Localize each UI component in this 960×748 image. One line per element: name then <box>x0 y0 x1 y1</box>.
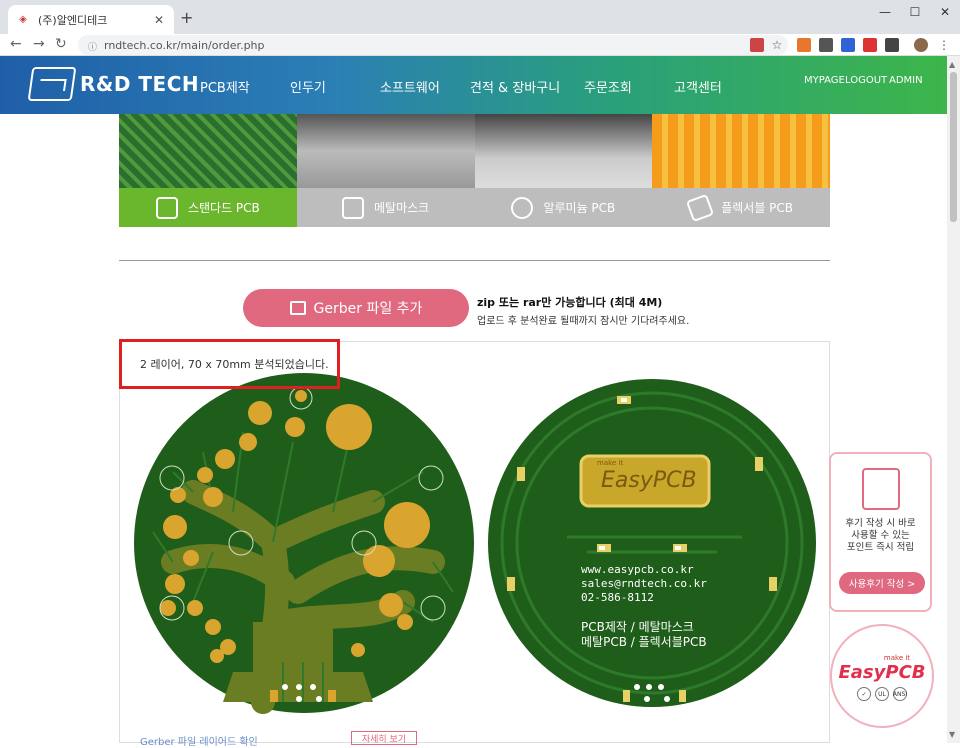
promo-line-3: 포인트 즉시 적립 <box>846 542 915 553</box>
nav-soldering-iron[interactable]: 인두기 <box>290 77 326 96</box>
pcb-phone: 02-586-8112 <box>581 591 654 604</box>
site-header: R&D TECH PCB제작 인두기 소프트웨어 견적 & 장바구니 주문조회 … <box>0 56 947 114</box>
promo-line-2: 사용할 수 있는 <box>851 530 910 541</box>
maximize-button[interactable]: ☐ <box>900 0 930 24</box>
tab-standard-pcb[interactable]: 스탠다드 PCB <box>119 188 297 227</box>
forward-icon[interactable]: → <box>33 36 45 52</box>
scroll-down-icon[interactable]: ▼ <box>949 730 955 739</box>
pcb-badge-main: EasyPCB <box>601 468 697 493</box>
tab-label: 플렉서블 PCB <box>721 201 794 215</box>
upload-note-desc: 업로드 후 분석완료 될때까지 잠시만 기다려주세요. <box>477 316 690 327</box>
gerber-layer-link[interactable]: Gerber 파일 레이어드 확인 <box>140 733 258 748</box>
extension-icon[interactable] <box>841 38 855 52</box>
tab-metal-mask[interactable]: 메탈마스크 <box>296 188 475 227</box>
circuit-icon <box>155 196 178 219</box>
logo-text: R&D TECH <box>80 72 200 96</box>
star-icon[interactable]: ☆ <box>770 38 784 52</box>
tab-flexible-pcb[interactable]: 플렉서블 PCB <box>652 188 830 227</box>
notebook-pen-icon <box>861 468 900 510</box>
url-text: rndtech.co.kr/main/order.php <box>104 38 265 52</box>
close-tab-icon[interactable]: ✕ <box>152 13 166 27</box>
review-promo-widget: 후기 작성 시 바로 사용할 수 있는 포인트 즉시 적립 사용후기 작성 > <box>829 452 932 612</box>
banner-flexible-pcb-image <box>652 114 830 188</box>
flex-icon <box>686 193 715 222</box>
scroll-thumb[interactable] <box>950 72 957 222</box>
browser-toolbar: ← → ↻ ⓘ rndtech.co.kr/main/order.php ☆ ⋮ <box>0 34 960 56</box>
banner-standard-pcb-image <box>119 114 297 188</box>
scroll-up-icon[interactable]: ▲ <box>949 60 955 69</box>
extension-icon[interactable] <box>885 38 899 52</box>
menu-icon[interactable]: ⋮ <box>937 38 951 52</box>
map-icon <box>289 301 306 315</box>
reload-icon[interactable]: ↻ <box>55 36 67 52</box>
tab-label: 메탈마스크 <box>374 201 430 215</box>
minimize-button[interactable]: — <box>870 0 900 24</box>
pcb-back-image <box>488 379 816 707</box>
window-controls: — ☐ ✕ <box>870 0 960 24</box>
pcb-badge-small: make it <box>597 459 624 467</box>
site-logo[interactable]: R&D TECH <box>27 67 200 101</box>
extension-icon[interactable] <box>863 38 877 52</box>
mypage-link[interactable]: MYPAGE <box>804 75 845 86</box>
nav-quote-cart[interactable]: 견적 & 장바구니 <box>470 77 560 96</box>
pcb-email: sales@rndtech.co.kr <box>581 577 707 590</box>
page-scrollbar[interactable]: ▲ ▼ <box>947 56 960 743</box>
add-gerber-button[interactable]: Gerber 파일 추가 <box>243 289 469 327</box>
analysis-result: 2 레이어, 70 x 70mm 분석되었습니다. <box>119 339 340 389</box>
nav-order-lookup[interactable]: 주문조회 <box>584 77 632 96</box>
upload-note-title: zip 또는 rar만 가능합니다 (최대 4M) <box>477 296 663 309</box>
divider <box>119 260 830 261</box>
logo-mark-icon <box>27 67 77 101</box>
admin-link[interactable]: ADMIN <box>889 75 923 86</box>
extension-icon[interactable] <box>797 38 811 52</box>
add-gerber-label: Gerber 파일 추가 <box>313 301 423 317</box>
write-review-button[interactable]: 사용후기 작성 > <box>839 572 925 594</box>
favicon-icon: ◈ <box>19 14 27 25</box>
banner-metal-mask-image <box>296 114 475 188</box>
promo-line-1: 후기 작성 시 바로 <box>845 518 916 529</box>
tab-label: 알루미늄 PCB <box>543 201 616 215</box>
new-tab-button[interactable]: + <box>180 8 193 27</box>
nav-software[interactable]: 소프트웨어 <box>380 77 440 96</box>
ul-cert-icon: UL <box>875 687 889 701</box>
check-cert-icon: ✓ <box>857 687 871 701</box>
ansi-cert-icon: ANSI <box>893 687 907 701</box>
aluminum-icon <box>511 196 534 219</box>
easypcb-badge[interactable]: make it EasyPCB ✓ UL ANSI <box>830 624 934 728</box>
banner-aluminum-pcb-image <box>474 114 653 188</box>
extension-icon[interactable] <box>750 38 764 52</box>
mask-icon <box>342 196 365 219</box>
pcb-website: www.easypcb.co.kr <box>581 563 694 576</box>
browser-tab-strip: ◈ (주)알엔디테크 ✕ + — ☐ ✕ <box>0 0 960 34</box>
avatar[interactable] <box>914 38 928 52</box>
nav-pcb[interactable]: PCB제작 <box>200 77 250 96</box>
pcb-products-line-2: 메탈PCB / 플렉서블PCB <box>581 635 707 649</box>
tab-title: (주)알엔디테크 <box>38 13 108 27</box>
logout-link[interactable]: LOGOUT <box>845 75 887 86</box>
back-icon[interactable]: ← <box>10 36 22 52</box>
badge-small: make it <box>883 654 911 662</box>
product-banner <box>119 114 830 188</box>
nav-support[interactable]: 고객센터 <box>674 77 722 96</box>
browser-tab[interactable]: ◈ (주)알엔디테크 ✕ <box>8 5 174 34</box>
address-bar[interactable]: ⓘ rndtech.co.kr/main/order.php <box>78 35 788 55</box>
pcb-front-image <box>134 373 474 714</box>
cert-icons: ✓ UL ANSI <box>832 687 932 701</box>
analysis-result-text: 2 레이어, 70 x 70mm 분석되었습니다. <box>140 358 329 371</box>
extension-icon[interactable] <box>819 38 833 52</box>
badge-main: EasyPCB <box>838 662 926 683</box>
tab-aluminum-pcb[interactable]: 알루미늄 PCB <box>474 188 653 227</box>
info-icon: ⓘ <box>88 43 98 53</box>
tab-label: 스탠다드 PCB <box>187 201 260 215</box>
product-tabs: 스탠다드 PCB 메탈마스크 알루미늄 PCB 플렉서블 PCB <box>119 188 830 227</box>
close-window-button[interactable]: ✕ <box>930 0 960 24</box>
